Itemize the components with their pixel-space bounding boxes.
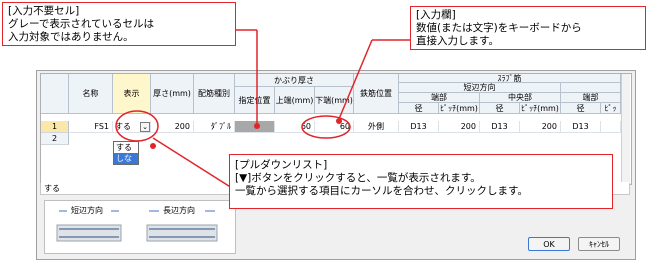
callout-input-line-2: 直接入力します。 bbox=[416, 35, 499, 47]
callout-input-line-1: 数値(または文字)をキーボードから bbox=[416, 22, 582, 34]
callout-pulldown: [プルダウンリスト] [▼]ボタンをクリックすると、一覧が表示されます。 一覧か… bbox=[229, 154, 613, 209]
callout-gray-cell: [入力不要セル] グレーで表示されているセルは 入力対象ではありません。 bbox=[2, 2, 236, 46]
callout-gray-line-1: グレーで表示されているセルは bbox=[8, 18, 155, 30]
callout-pulldown-line-1: [▼]ボタンをクリックすると、一覧が表示されます。 bbox=[235, 172, 481, 184]
callout-gray-line-2: 入力対象ではありません。 bbox=[8, 31, 134, 43]
callout-pulldown-line-2: 一覧から選択する項目にカーソルを合わせ、クリックします。 bbox=[235, 185, 528, 197]
callout-gray-title: [入力不要セル] bbox=[8, 5, 80, 17]
callout-input-title: [入力欄] bbox=[416, 9, 456, 21]
callout-input-field: [入力欄] 数値(または文字)をキーボードから 直接入力します。 bbox=[410, 6, 646, 50]
callout-pulldown-title: [プルダウンリスト] bbox=[235, 159, 328, 171]
